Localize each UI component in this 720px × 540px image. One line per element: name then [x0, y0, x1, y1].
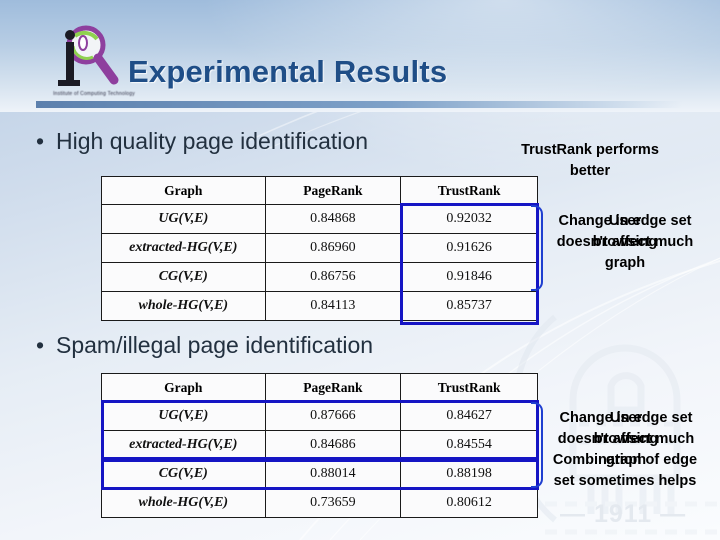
slide: Institute of Computing Technology Experi…	[0, 0, 720, 540]
cell-trustrank: 0.80612	[400, 488, 538, 518]
slide-header: Institute of Computing Technology Experi…	[0, 0, 720, 112]
cell-trustrank: 0.92032	[400, 204, 538, 234]
cell-graph: UG(V,E)	[101, 204, 266, 234]
cell-trustrank: 0.84627	[400, 401, 538, 431]
callout-change-edge-set-1: Change in edge set doesn't affect much	[556, 213, 694, 250]
cell-pagerank: 0.84868	[264, 204, 402, 234]
callout-change-edge-set-2: Change in edge set doesn't affect much	[557, 410, 695, 447]
cell-graph: extracted-HG(V,E)	[101, 233, 266, 263]
cell-graph: UG(V,E)	[101, 401, 266, 431]
cell-pagerank: 0.87666	[264, 401, 402, 431]
table-row: UG(V,E) 0.87666 0.84627	[101, 401, 538, 431]
bullet-high-quality: • High quality page identification	[36, 128, 368, 155]
bullet-marker: •	[36, 332, 45, 358]
table-header-row: Graph PageRank TrustRank	[101, 373, 538, 402]
callout-combination-helps: Combination of edge set sometimes helps	[552, 452, 698, 489]
table-row: UG(V,E) 0.84868 0.92032	[101, 204, 538, 234]
cell-pagerank: 0.73659	[264, 488, 402, 518]
column-header-graph: Graph	[101, 176, 266, 205]
institute-logo-icon	[58, 25, 119, 86]
cell-graph: extracted-HG(V,E)	[101, 430, 266, 460]
cell-graph: CG(V,E)	[101, 262, 266, 292]
cell-pagerank: 0.86960	[264, 233, 402, 263]
logo-caption: Institute of Computing Technology	[53, 91, 135, 97]
table-row: CG(V,E) 0.86756 0.91846	[101, 262, 538, 292]
results-table-spam-illegal: Graph PageRank TrustRank UG(V,E) 0.87666…	[101, 373, 538, 518]
cell-pagerank: 0.88014	[264, 459, 402, 489]
watermark-year: — 1911 —	[560, 500, 687, 528]
table-row: whole-HG(V,E) 0.84113 0.85737	[101, 291, 538, 321]
cell-trustrank: 0.91846	[400, 262, 538, 292]
column-header-pagerank: PageRank	[264, 176, 402, 205]
column-header-graph: Graph	[101, 373, 266, 402]
cell-pagerank: 0.86756	[264, 262, 402, 292]
table-row: whole-HG(V,E) 0.73659 0.80612	[101, 488, 538, 518]
bullet-marker: •	[36, 128, 45, 154]
results-table-high-quality: Graph PageRank TrustRank UG(V,E) 0.84868…	[101, 176, 538, 321]
cell-graph: CG(V,E)	[101, 459, 266, 489]
page-title: Experimental Results	[128, 54, 448, 89]
cell-trustrank: 0.85737	[400, 291, 538, 321]
bullet-text: Spam/illegal page identification	[56, 332, 374, 358]
callout-trustrank-performs-better: TrustRank performs better	[521, 142, 659, 179]
table-row: extracted-HG(V,E) 0.84686 0.84554	[101, 430, 538, 460]
title-underline-rule	[36, 101, 682, 108]
column-header-pagerank: PageRank	[264, 373, 402, 402]
bullet-text: High quality page identification	[56, 128, 368, 154]
cell-graph: whole-HG(V,E)	[101, 291, 266, 321]
table-row: extracted-HG(V,E) 0.86960 0.91626	[101, 233, 538, 263]
bullet-spam-illegal: • Spam/illegal page identification	[36, 332, 373, 359]
cell-trustrank: 0.91626	[400, 233, 538, 263]
table-row: CG(V,E) 0.88014 0.88198	[101, 459, 538, 489]
column-header-trustrank: TrustRank	[400, 373, 538, 402]
cell-trustrank: 0.88198	[400, 459, 538, 489]
cell-trustrank: 0.84554	[400, 430, 538, 460]
cell-graph: whole-HG(V,E)	[101, 488, 266, 518]
cell-pagerank: 0.84686	[264, 430, 402, 460]
cell-pagerank: 0.84113	[264, 291, 402, 321]
